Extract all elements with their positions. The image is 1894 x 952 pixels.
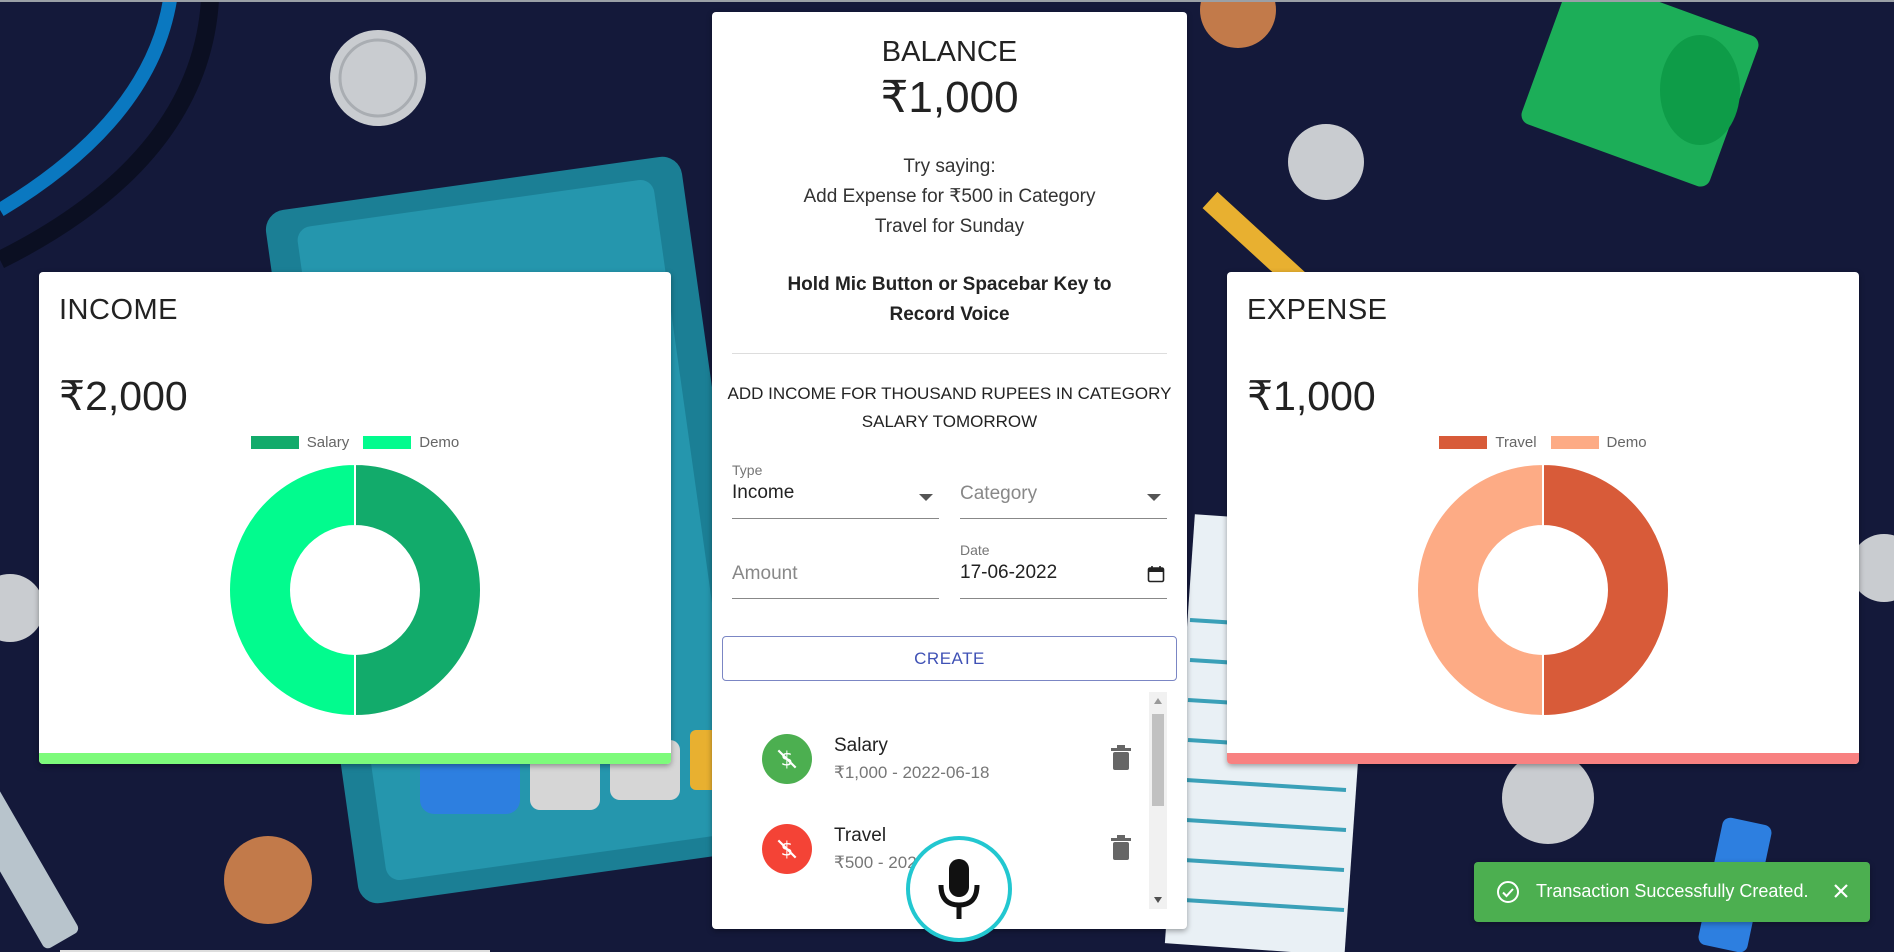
instruction-line: Record Voice — [889, 304, 1010, 325]
snackbar-message: Transaction Successfully Created. — [1536, 881, 1809, 901]
legend-swatch — [1550, 436, 1599, 449]
expense-donut-chart — [1417, 464, 1669, 716]
hint-line: Add Expense for ₹500 in Category — [803, 186, 1096, 207]
scrollbar[interactable] — [1149, 692, 1167, 909]
category-select[interactable]: Category — [960, 462, 1167, 534]
money-off-icon: $ — [777, 748, 797, 771]
hint-line: Travel for Sunday — [874, 216, 1025, 237]
legend-label: Demo — [1606, 434, 1647, 451]
delete-icon[interactable] — [1110, 745, 1132, 771]
chevron-down-icon — [1147, 494, 1161, 501]
income-legend: Salary Demo — [39, 434, 671, 451]
legend-swatch — [363, 436, 412, 449]
calendar-icon[interactable] — [1147, 565, 1165, 583]
type-label: Type — [732, 462, 763, 478]
balance-amount: ₹1,000 — [880, 73, 1019, 122]
balance-label: BALANCE — [881, 36, 1018, 68]
category-underline — [960, 518, 1167, 519]
amount-input[interactable]: Amount — [732, 542, 939, 614]
scroll-up-icon[interactable] — [1154, 698, 1162, 704]
transaction-subtitle: ₹1,000 - 2022-06-18 — [834, 763, 990, 782]
expense-title: EXPENSE — [1247, 294, 1388, 326]
date-label: Date — [960, 542, 990, 558]
legend-item-travel[interactable]: Travel — [1439, 434, 1537, 451]
type-underline — [732, 518, 939, 519]
check-circle-icon — [1497, 881, 1519, 903]
expense-amount: ₹1,000 — [1247, 373, 1376, 419]
microphone-icon — [938, 859, 980, 919]
legend-label: Demo — [419, 434, 460, 451]
date-value: 17-06-2022 — [960, 562, 1058, 583]
create-button[interactable]: CREATE — [722, 636, 1177, 681]
income-title: INCOME — [59, 294, 178, 326]
legend-item-salary[interactable]: Salary — [250, 434, 350, 451]
category-placeholder: Category — [960, 483, 1038, 504]
main-card: BALANCE ₹1,000 Try saying: Add Expense f… — [712, 12, 1187, 929]
success-snackbar: Transaction Successfully Created. — [1474, 862, 1870, 922]
hint-line: Try saying: — [903, 156, 996, 177]
date-input[interactable]: Date 17-06-2022 — [960, 542, 1167, 614]
speech-transcript: ADD INCOME FOR THOUSAND RUPEES IN CATEGO… — [712, 380, 1187, 436]
transcript-line: SALARY TOMORROW — [861, 412, 1038, 431]
chevron-down-icon — [919, 494, 933, 501]
scroll-thumb[interactable] — [1152, 714, 1164, 806]
expense-avatar: $ — [762, 824, 812, 874]
record-instructions: Hold Mic Button or Spacebar Key to Recor… — [712, 270, 1187, 330]
donut-slice-demo[interactable] — [229, 464, 356, 716]
transaction-title: Travel — [834, 825, 887, 846]
income-card: INCOME ₹2,000 Salary Demo — [39, 272, 671, 764]
donut-slice-salary[interactable] — [354, 464, 481, 716]
type-value: Income — [732, 482, 795, 503]
divider — [732, 353, 1167, 354]
list-item[interactable]: $ Salary ₹1,000 - 2022-06-18 — [732, 692, 1132, 784]
legend-swatch — [250, 436, 299, 449]
donut-slice-travel[interactable] — [1542, 464, 1669, 716]
legend-label: Travel — [1495, 434, 1537, 451]
money-off-icon: $ — [777, 838, 797, 861]
delete-icon[interactable] — [1110, 835, 1132, 861]
legend-label: Salary — [306, 434, 350, 451]
legend-item-demo[interactable]: Demo — [363, 434, 459, 451]
voice-hint: Try saying: Add Expense for ₹500 in Cate… — [712, 152, 1187, 242]
top-border — [0, 0, 1894, 2]
income-donut-chart — [229, 464, 481, 716]
transcript-line: ADD INCOME FOR THOUSAND RUPEES IN CATEGO… — [727, 384, 1172, 403]
type-select[interactable]: Type Income — [732, 462, 939, 534]
expense-card: EXPENSE ₹1,000 Travel Demo — [1227, 272, 1859, 764]
scroll-down-icon[interactable] — [1154, 897, 1162, 903]
amount-underline — [732, 598, 939, 599]
expense-accent-bar — [1227, 753, 1859, 764]
legend-item-demo[interactable]: Demo — [1550, 434, 1647, 451]
legend-swatch — [1439, 436, 1488, 449]
instruction-line: Hold Mic Button or Spacebar Key to — [787, 274, 1112, 295]
expense-legend: Travel Demo — [1227, 434, 1859, 451]
income-accent-bar — [39, 753, 671, 764]
mic-button[interactable] — [906, 836, 1012, 942]
close-icon[interactable] — [1832, 882, 1850, 900]
date-underline — [960, 598, 1167, 599]
amount-placeholder: Amount — [732, 563, 798, 584]
income-amount: ₹2,000 — [59, 373, 188, 419]
income-avatar: $ — [762, 734, 812, 784]
donut-slice-demo[interactable] — [1417, 464, 1544, 716]
transaction-title: Salary — [834, 735, 888, 756]
